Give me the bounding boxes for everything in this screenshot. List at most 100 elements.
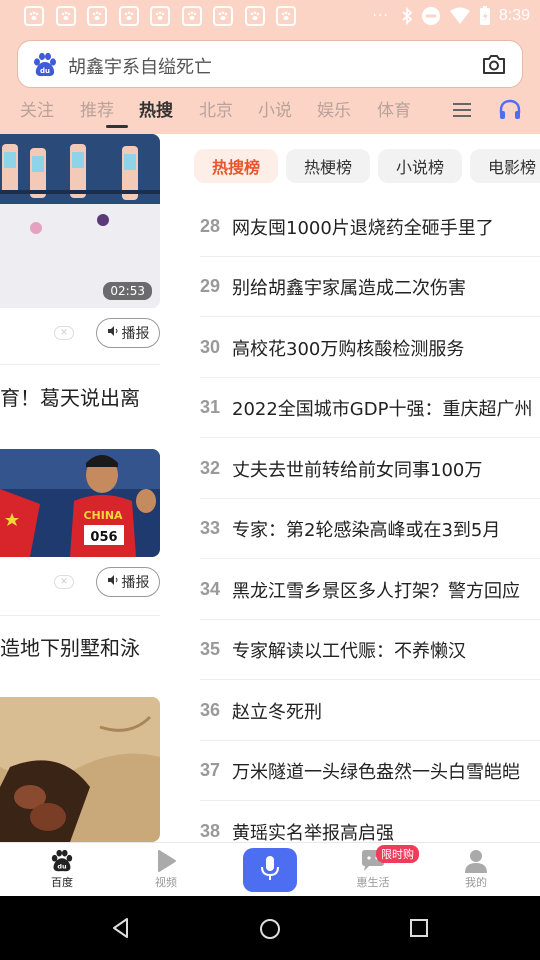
hot-rank: 35: [200, 639, 221, 659]
notification-paw-icon: [182, 6, 202, 26]
hot-title: 丈夫去世前转给前女同事100万: [232, 459, 483, 481]
hot-rank: 38: [200, 821, 221, 841]
bottom-navigation: du 百度 视频 惠生活 限时购 我的: [0, 842, 540, 896]
feed-divider: [0, 615, 160, 616]
feed-title[interactable]: 造地下别墅和泳: [0, 632, 140, 661]
channel-menu-icon[interactable]: [452, 101, 472, 119]
nav-video[interactable]: 视频: [121, 843, 211, 897]
notification-paw-icon: [276, 6, 296, 26]
hot-list-item[interactable]: 35 专家解读以工代赈：不养懒汉: [200, 620, 540, 680]
status-right-cluster: ··· 8:39: [373, 4, 530, 28]
tab-novel-rank[interactable]: 小说榜: [378, 149, 462, 183]
notification-paw-icon: [87, 6, 107, 26]
nav-label: 百度: [51, 876, 73, 889]
hot-list-item[interactable]: 29 别给胡鑫宇家属造成二次伤害: [200, 257, 540, 317]
hot-title: 黑龙江雪乡景区多人打架？警方回应: [232, 580, 520, 602]
hot-title: 赵立冬死刑: [232, 701, 322, 723]
nav-baidu[interactable]: du 百度: [17, 843, 107, 897]
hot-title: 万米隧道一头绿色盎然一头白雪皑皑: [232, 761, 520, 783]
notification-paw-icon: [245, 6, 265, 26]
nav-label: 视频: [155, 876, 177, 889]
feed-image-dirt-pit[interactable]: [0, 697, 160, 842]
feed-divider: [0, 364, 160, 365]
video-play-icon: [121, 849, 211, 873]
hot-list-item[interactable]: 28 网友囤1000片退烧药全砸手里了: [200, 197, 540, 257]
hot-rank: 34: [200, 579, 221, 599]
feed-video-thumbnail[interactable]: 02:53: [0, 134, 160, 308]
microphone-icon: [260, 855, 280, 885]
system-navigation-bar: [0, 896, 540, 960]
svg-text:du: du: [40, 67, 50, 75]
tab-beijing[interactable]: 北京: [199, 96, 233, 121]
hot-list-item[interactable]: 36 赵立冬死刑: [200, 681, 540, 741]
nav-label: 惠生活: [356, 876, 390, 889]
broadcast-label: 播报: [121, 575, 150, 591]
status-time: 8:39: [498, 7, 530, 24]
dismiss-icon[interactable]: ✕: [54, 575, 74, 589]
promo-badge: 限时购: [376, 845, 419, 863]
hot-rank: 32: [200, 458, 221, 478]
hot-title: 专家：第2轮感染高峰或在3到5月: [232, 519, 501, 541]
hot-title: 专家解读以工代赈：不养懒汉: [232, 640, 466, 662]
dismiss-icon[interactable]: ✕: [54, 326, 74, 340]
speaker-icon: [107, 574, 119, 590]
hot-title: 高校花300万购核酸检测服务: [232, 338, 465, 360]
headphone-icon[interactable]: [498, 99, 522, 121]
baidu-logo-icon: du: [32, 52, 58, 78]
wifi-icon: [449, 7, 471, 25]
status-bar: ··· 8:39: [0, 0, 540, 32]
active-tab-underline: [106, 125, 128, 128]
broadcast-button[interactable]: 播报: [96, 567, 160, 597]
hot-rank: 31: [200, 397, 221, 417]
tab-entertainment[interactable]: 娱乐: [317, 96, 351, 121]
tab-meme-rank[interactable]: 热梗榜: [286, 149, 370, 183]
search-query-text[interactable]: 胡鑫宇系自缢死亡: [68, 53, 212, 79]
hot-list-item[interactable]: 32 丈夫去世前转给前女同事100万: [200, 439, 540, 499]
notification-paw-icon: [213, 6, 233, 26]
hot-list-item[interactable]: 38 黄瑶实名举报高启强: [200, 802, 540, 842]
tab-hot-search-rank[interactable]: 热搜榜: [194, 149, 278, 183]
search-bar[interactable]: du 胡鑫宇系自缢死亡: [17, 40, 523, 88]
hot-list-item[interactable]: 31 2022全国城市GDP十强：重庆超广州: [200, 378, 540, 438]
speaker-icon: [107, 325, 119, 341]
nav-label: 我的: [465, 876, 487, 889]
svg-text:du: du: [57, 862, 67, 870]
hot-list-item[interactable]: 30 高校花300万购核酸检测服务: [200, 318, 540, 378]
hot-rank: 28: [200, 216, 221, 236]
left-feed: 02:53 ✕ 播报 育！葛天说出离 CHINA 056 ✕ 播报 造地下别墅和…: [0, 134, 190, 842]
tab-sports[interactable]: 体育: [377, 96, 411, 121]
hot-rank: 36: [200, 700, 221, 720]
camera-search-icon[interactable]: [482, 53, 506, 75]
hot-rank: 30: [200, 337, 221, 357]
notification-paw-icon: [119, 6, 139, 26]
feed-title[interactable]: 育！葛天说出离: [0, 382, 140, 411]
broadcast-label: 播报: [121, 326, 150, 342]
bib-number: 056: [90, 530, 117, 545]
tab-movie-rank[interactable]: 电影榜: [470, 149, 540, 183]
feed-image-athlete[interactable]: CHINA 056: [0, 449, 160, 557]
tab-hot-search[interactable]: 热搜: [139, 96, 173, 121]
hot-title: 2022全国城市GDP十强：重庆超广州: [232, 398, 533, 420]
jersey-text: CHINA: [83, 509, 123, 522]
hot-list-item[interactable]: 34 黑龙江雪乡景区多人打架？警方回应: [200, 560, 540, 620]
hot-list-item[interactable]: 33 专家：第2轮感染高峰或在3到5月: [200, 499, 540, 559]
tab-recommend[interactable]: 推荐: [80, 96, 114, 121]
hot-title: 黄瑶实名举报高启强: [232, 822, 394, 843]
hot-search-panel: 热搜榜 热梗榜 小说榜 电影榜 28 网友囤1000片退烧药全砸手里了 29 别给胡…: [190, 134, 540, 842]
tab-novel[interactable]: 小说: [258, 96, 292, 121]
tab-follow[interactable]: 关注: [20, 96, 54, 121]
broadcast-button[interactable]: 播报: [96, 318, 160, 348]
video-duration: 02:53: [103, 282, 152, 300]
notification-paw-icon: [56, 6, 76, 26]
baidu-paw-icon: du: [17, 849, 107, 873]
voice-search-button[interactable]: [243, 848, 297, 892]
profile-icon: [431, 849, 521, 873]
hot-rank: 37: [200, 760, 221, 780]
hot-title: 网友囤1000片退烧药全砸手里了: [232, 217, 494, 239]
bluetooth-icon: [401, 7, 413, 25]
battery-icon: [479, 6, 491, 26]
nav-profile[interactable]: 我的: [431, 843, 521, 897]
hot-rank: 33: [200, 518, 221, 538]
hot-list-item[interactable]: 37 万米隧道一头绿色盎然一头白雪皑皑: [200, 741, 540, 801]
hot-rank: 29: [200, 276, 221, 296]
